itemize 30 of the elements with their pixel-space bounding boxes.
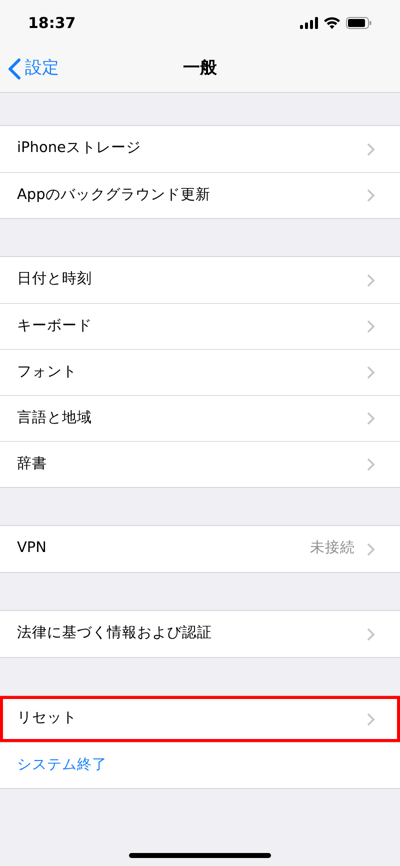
row-label: 言語と地域 — [17, 408, 93, 428]
row-label: リセット — [17, 709, 78, 728]
settings-row[interactable]: リセット — [0, 696, 400, 742]
chevron-icon — [367, 412, 375, 425]
row-label: iPhoneストレージ — [17, 139, 142, 158]
chevron-icon — [367, 542, 375, 556]
battery-icon — [346, 17, 372, 29]
chevron-icon — [367, 712, 375, 726]
row-label: Appのバックグラウンド更新 — [17, 186, 212, 205]
status-time: 18:37 — [28, 12, 76, 34]
signal-icon — [300, 17, 318, 29]
row-label: 法律に基づく情報および認証 — [17, 624, 213, 644]
wifi-icon — [324, 17, 340, 29]
chevron-icon — [367, 366, 375, 379]
screen-title: 一般 — [183, 57, 217, 80]
row-label: フォント — [17, 362, 78, 382]
row-label: 辞書 — [17, 454, 48, 474]
row-value: 未接続 — [310, 539, 355, 558]
chevron-icon — [367, 189, 375, 202]
chevron-icon — [367, 142, 375, 156]
back-button[interactable]: 設定 — [8, 56, 59, 82]
chevron-icon — [367, 274, 375, 286]
row-label: VPN — [17, 539, 48, 558]
row-label: キーボード — [17, 316, 93, 336]
chevron-icon — [367, 320, 375, 333]
back-chevron-icon — [8, 58, 21, 80]
row-label: 日付と時刻 — [17, 270, 93, 290]
chevron-icon — [367, 458, 375, 471]
row-label: システム終了 — [17, 756, 108, 775]
chevron-icon — [367, 628, 375, 640]
